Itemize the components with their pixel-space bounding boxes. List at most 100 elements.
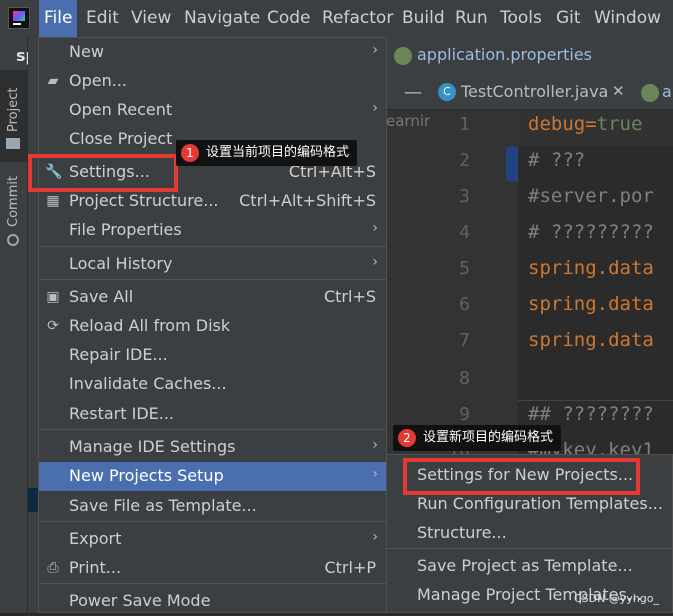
intellij-logo-icon[interactable]: [8, 7, 30, 29]
menu-build[interactable]: Build: [397, 0, 450, 37]
code-line: spring.data: [528, 293, 654, 315]
chevron-right-icon: ›: [372, 466, 378, 482]
menu-navigate[interactable]: Navigate: [179, 0, 265, 37]
code-value: true: [596, 113, 643, 135]
callout-number-1: 1: [181, 144, 199, 162]
spring-leaf-icon: [394, 47, 412, 65]
code-key: debug=: [528, 113, 597, 135]
menu-code[interactable]: Code: [262, 0, 316, 37]
class-icon: C: [438, 83, 456, 101]
menu-item-label: Open Recent: [69, 100, 173, 119]
submenu-item-label: Structure...: [417, 523, 507, 542]
code-line: #server.por: [528, 185, 654, 207]
editor-divider: [518, 400, 673, 401]
menu-item-local-history[interactable]: Local History ›: [39, 250, 386, 279]
menu-item-label: Manage IDE Settings: [69, 437, 236, 456]
menu-item-open[interactable]: ▰ Open...: [39, 67, 386, 96]
menu-run[interactable]: Run: [450, 0, 493, 37]
menu-file[interactable]: File: [39, 0, 78, 37]
menu-item-power-save-mode[interactable]: Power Save Mode: [39, 587, 386, 616]
project-tab-label: Project: [6, 87, 21, 132]
folder-icon: [6, 138, 20, 149]
code-comment: #server.por: [528, 185, 654, 207]
code-line: # ???: [528, 149, 585, 171]
menu-item-label: Save File as Template...: [69, 496, 257, 515]
menu-item-shortcut: Ctrl+Alt+Shift+S: [239, 191, 376, 210]
menu-item-label: Close Project: [69, 129, 173, 148]
callout-current-project: 1 设置当前项目的编码格式: [176, 140, 358, 166]
line-number: 3: [459, 186, 470, 207]
menu-item-save-file-as-template[interactable]: Save File as Template...: [39, 492, 386, 521]
menu-item-label: Open...: [69, 71, 127, 90]
print-icon: ⎙: [47, 560, 59, 576]
close-tab-icon[interactable]: ✕: [612, 82, 625, 100]
line-number: 9: [459, 404, 470, 425]
code-line: spring.data: [528, 257, 654, 279]
code-comment: # ???: [528, 149, 586, 171]
tab-partial[interactable]: a: [662, 82, 672, 101]
menu-edit[interactable]: Edit: [81, 0, 124, 37]
menu-item-new-projects-setup[interactable]: New Projects Setup ›: [39, 462, 386, 491]
menu-item-print[interactable]: ⎙ Print... Ctrl+P: [39, 554, 386, 583]
code-key: spring.data: [528, 257, 654, 279]
commit-tab-label[interactable]: Commit: [6, 176, 21, 227]
menu-separator: [387, 548, 672, 549]
tab-test-controller[interactable]: TestController.java: [461, 82, 608, 101]
menu-separator: [39, 583, 386, 584]
menu-item-export[interactable]: Export ›: [39, 525, 386, 554]
project-tab-text-wrap: Project: [0, 70, 28, 132]
code-line: # ?????????: [528, 221, 654, 243]
callout-number-2: 2: [398, 429, 416, 447]
menu-tools[interactable]: Tools: [495, 0, 547, 37]
line-number: 4: [459, 222, 470, 243]
line-number: 2: [459, 150, 470, 171]
code-line: spring.data: [528, 329, 654, 351]
code-key: spring.data: [528, 329, 654, 351]
breadcrumb-fragment: earnir: [386, 112, 431, 130]
callout-new-projects: 2 设置新项目的编码格式: [393, 425, 562, 451]
menu-item-new[interactable]: New ›: [39, 38, 386, 67]
hide-icon[interactable]: —: [404, 82, 422, 103]
menu-item-label: Invalidate Caches...: [69, 374, 227, 393]
menu-item-label: Export: [69, 529, 122, 548]
menu-item-save-all[interactable]: ▣ Save All Ctrl+S: [39, 283, 386, 312]
menu-git[interactable]: Git: [551, 0, 586, 37]
submenu-item-label: Save Project as Template...: [417, 556, 633, 575]
new-projects-settings-highlight-box: [403, 458, 640, 495]
menu-item-label: New: [69, 42, 104, 61]
chevron-right-icon: ›: [372, 437, 378, 453]
menu-item-label: Repair IDE...: [69, 345, 168, 364]
menu-item-manage-ide-settings[interactable]: Manage IDE Settings ›: [39, 433, 386, 462]
tab-application-properties[interactable]: application.properties: [417, 45, 592, 64]
menu-item-shortcut: Ctrl+P: [324, 558, 376, 577]
gutter-highlight: [506, 147, 518, 181]
menu-item-label: New Projects Setup: [69, 466, 224, 485]
line-number: 6: [459, 294, 470, 315]
settings-highlight-box: [28, 154, 178, 192]
menu-item-open-recent[interactable]: Open Recent ›: [39, 96, 386, 125]
menu-item-file-properties[interactable]: File Properties ›: [39, 216, 386, 245]
commit-tab-text-wrap: Commit: [0, 175, 28, 237]
submenu-item-save-project-as-template[interactable]: Save Project as Template...: [387, 552, 672, 581]
code-line: debug=true: [528, 113, 642, 135]
commit-icon: [7, 234, 19, 246]
callout-text-2: 设置新项目的编码格式: [423, 430, 554, 445]
menu-item-restart-ide[interactable]: Restart IDE...: [39, 400, 386, 429]
menu-item-invalidate-caches[interactable]: Invalidate Caches...: [39, 370, 386, 399]
line-number: 8: [459, 368, 470, 389]
menu-item-repair-ide[interactable]: Repair IDE...: [39, 341, 386, 370]
menu-item-label: Local History: [69, 254, 173, 273]
menu-view[interactable]: View: [126, 0, 176, 37]
code-key: spring.data: [528, 293, 654, 315]
menu-item-label: Print...: [69, 558, 122, 577]
csdn-watermark: CSDN @yyhgo_: [573, 592, 659, 605]
menu-item-label: Reload All from Disk: [69, 316, 231, 335]
line-number: 1: [459, 114, 470, 135]
submenu-item-label: Run Configuration Templates...: [417, 494, 663, 513]
code-comment: ## ????????: [528, 403, 654, 425]
menu-window[interactable]: Window: [589, 0, 666, 37]
menu-item-reload-all-from-disk[interactable]: ⟳ Reload All from Disk: [39, 312, 386, 341]
menu-refactor[interactable]: Refactor: [317, 0, 398, 37]
callout-text-1: 设置当前项目的编码格式: [206, 145, 350, 160]
submenu-item-structure[interactable]: Structure...: [387, 519, 672, 548]
